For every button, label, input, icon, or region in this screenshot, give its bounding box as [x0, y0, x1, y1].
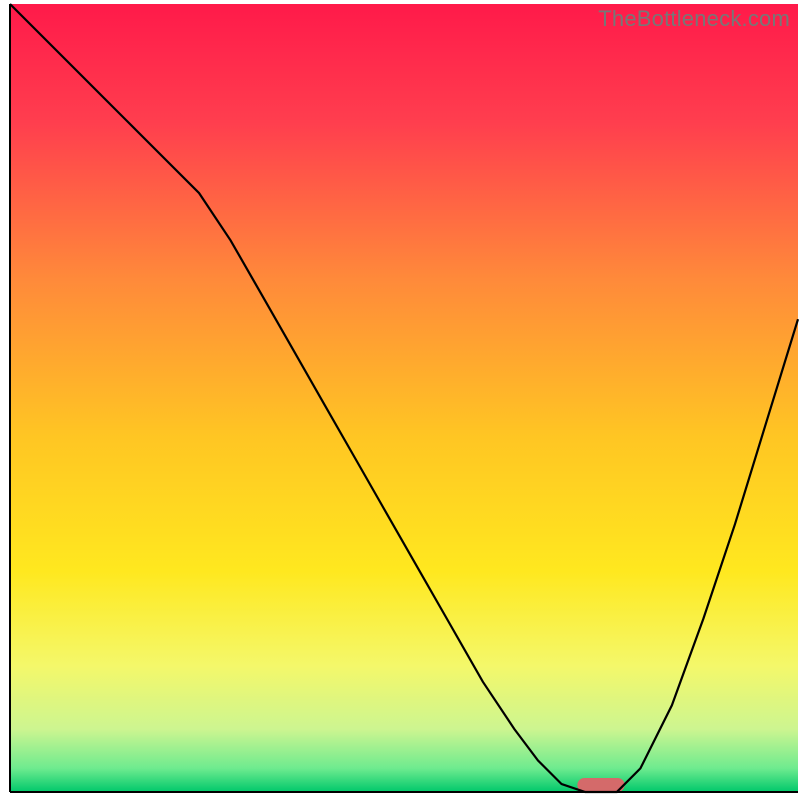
bottleneck-chart: TheBottleneck.com	[0, 0, 800, 800]
chart-canvas	[0, 0, 800, 800]
watermark-text: TheBottleneck.com	[598, 6, 790, 32]
